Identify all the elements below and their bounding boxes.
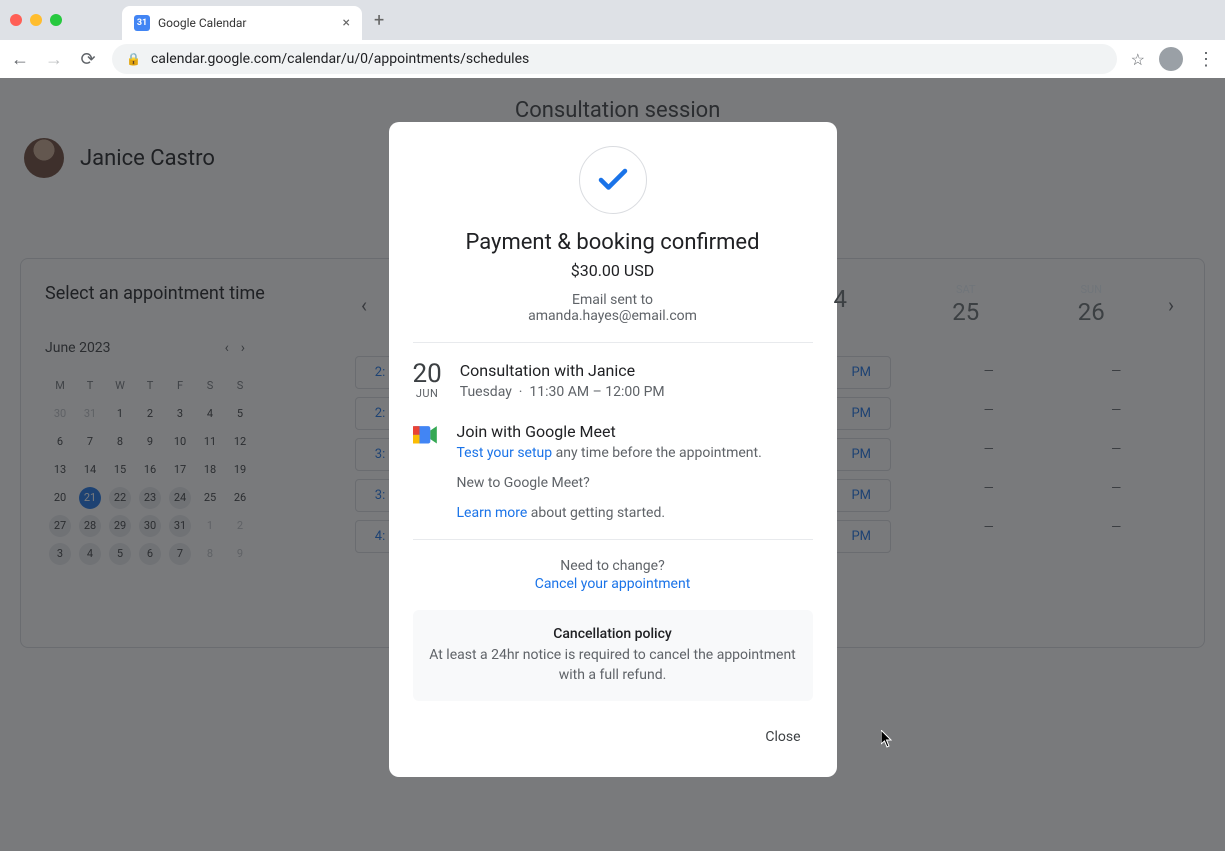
back-button[interactable]: ←: [10, 49, 30, 70]
url-text: calendar.google.com/calendar/u/0/appoint…: [151, 51, 529, 67]
calendar-favicon: 31: [134, 15, 150, 31]
new-to-meet-text: New to Google Meet?: [457, 475, 813, 491]
profile-avatar-button[interactable]: [1159, 47, 1183, 71]
event-title: Consultation with Janice: [460, 361, 813, 380]
reload-button[interactable]: ⟳: [78, 49, 98, 70]
google-meet-icon: [413, 424, 439, 446]
test-setup-suffix: any time before the appointment.: [552, 445, 762, 461]
event-day-number: 20: [413, 361, 442, 387]
window-controls: [10, 14, 62, 26]
close-window-button[interactable]: [10, 14, 22, 26]
address-bar[interactable]: 🔒 calendar.google.com/calendar/u/0/appoi…: [112, 44, 1117, 74]
week-dow-label: SAT: [903, 283, 1029, 296]
new-tab-button[interactable]: +: [374, 10, 384, 31]
close-tab-icon[interactable]: ×: [343, 15, 350, 31]
week-day-column[interactable]: SUN 26: [1029, 283, 1155, 326]
change-section: Need to change? Cancel your appointment: [413, 558, 813, 592]
bookmark-icon[interactable]: ☆: [1131, 50, 1145, 69]
browser-toolbar: ← → ⟳ 🔒 calendar.google.com/calendar/u/0…: [0, 40, 1225, 78]
confirmation-modal: Payment & booking confirmed $30.00 USD E…: [389, 122, 837, 777]
modal-overlay: Payment & booking confirmed $30.00 USD E…: [0, 78, 1225, 851]
policy-text: At least a 24hr notice is required to ca…: [429, 646, 797, 685]
browser-tab[interactable]: 31 Google Calendar ×: [122, 6, 362, 40]
maximize-window-button[interactable]: [50, 14, 62, 26]
learn-more-link[interactable]: Learn more: [457, 505, 528, 521]
week-day-number: 26: [1029, 298, 1155, 326]
week-day-number: 4: [778, 285, 904, 313]
test-setup-link[interactable]: Test your setup: [457, 445, 553, 461]
browser-chrome: 31 Google Calendar × + ← → ⟳ 🔒 calendar.…: [0, 0, 1225, 78]
cancellation-policy-box: Cancellation policy At least a 24hr noti…: [413, 610, 813, 701]
price-text: $30.00 USD: [413, 261, 813, 280]
forward-button[interactable]: →: [44, 49, 64, 70]
checkmark-icon: [579, 146, 647, 214]
week-day-column[interactable]: SAT 25: [903, 283, 1029, 326]
meet-section: Join with Google Meet Test your setup an…: [413, 422, 813, 521]
minimize-window-button[interactable]: [30, 14, 42, 26]
learn-more-suffix: about getting started.: [527, 505, 665, 521]
week-day-number: 25: [903, 298, 1029, 326]
browser-menu-icon[interactable]: ⋮: [1197, 49, 1215, 70]
tab-bar: 31 Google Calendar × +: [0, 0, 1225, 40]
event-time: Tuesday · 11:30 AM – 12:00 PM: [460, 384, 813, 400]
cancel-appointment-link[interactable]: Cancel your appointment: [413, 576, 813, 592]
meet-title: Join with Google Meet: [457, 422, 813, 441]
close-button[interactable]: Close: [753, 721, 812, 753]
lock-icon: 🔒: [126, 52, 141, 66]
week-dow-label: SUN: [1029, 283, 1155, 296]
page-content: Janice Castro Consultation session ◐ ▭ S…: [0, 78, 1225, 851]
event-summary: 20 JUN Consultation with Janice Tuesday …: [413, 361, 813, 400]
tab-title: Google Calendar: [158, 16, 335, 30]
need-to-change-text: Need to change?: [413, 558, 813, 574]
event-month: JUN: [413, 387, 442, 400]
email-sent-label: Email sent to: [413, 292, 813, 308]
policy-title: Cancellation policy: [429, 626, 797, 642]
email-address: amanda.hayes@email.com: [413, 308, 813, 324]
modal-title: Payment & booking confirmed: [413, 230, 813, 255]
